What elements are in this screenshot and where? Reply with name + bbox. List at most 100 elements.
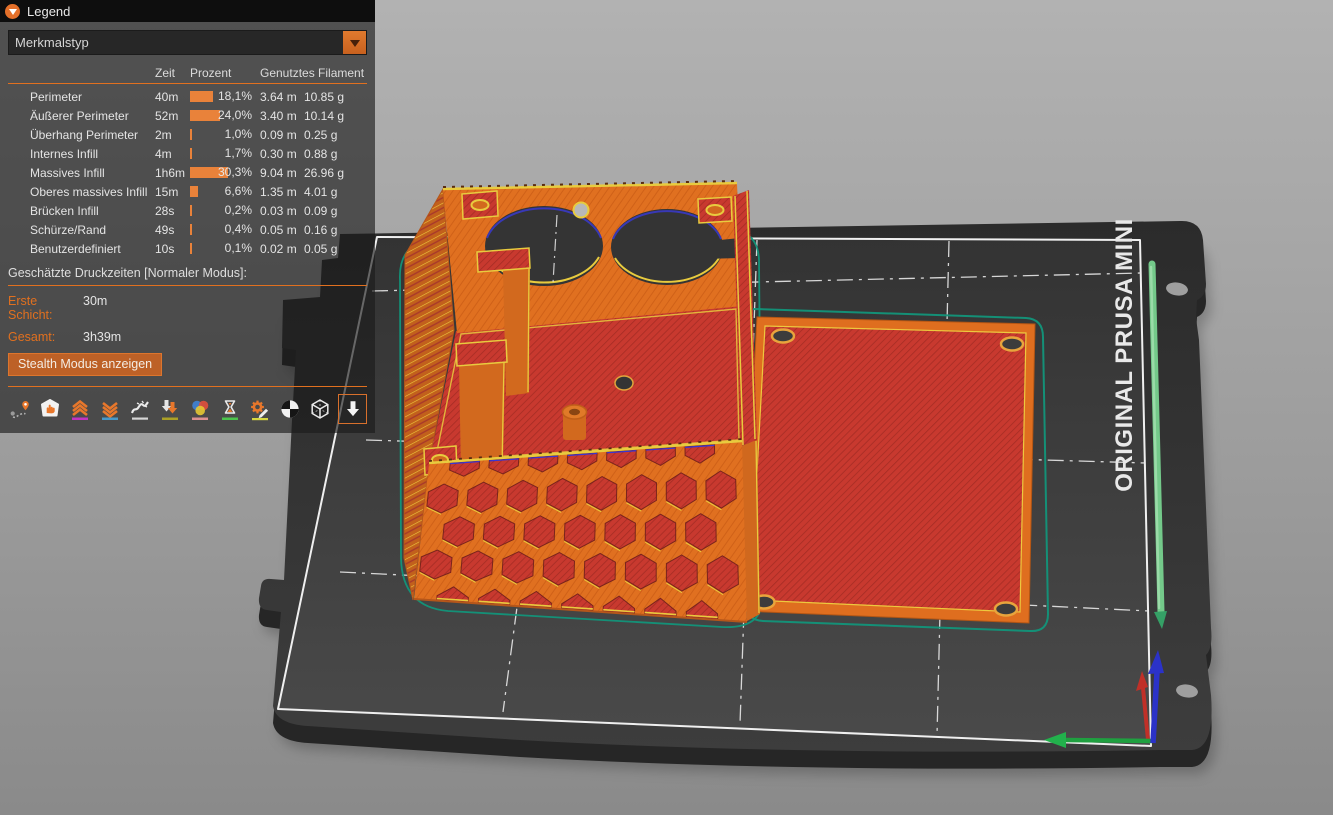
feature-weight: 0.05 g xyxy=(304,242,367,256)
view-type-value: Merkmalstyp xyxy=(9,31,343,54)
legend-body: Merkmalstyp Zeit Prozent Genutztes Filam… xyxy=(0,22,375,433)
view-type-dropdown[interactable]: Merkmalstyp xyxy=(8,30,367,55)
feature-label: Überhang Perimeter xyxy=(30,128,155,142)
collapse-icon[interactable] xyxy=(5,4,20,19)
percent-bar-cell: 18,1% xyxy=(190,87,260,106)
toolbar-divider xyxy=(8,386,367,387)
first-layer-label: Erste Schicht: xyxy=(8,294,83,322)
table-row[interactable]: Brücken Infill28s 0,2% 0.03 m0.09 g xyxy=(8,201,367,220)
table-row[interactable]: Oberes massives Infill15m 6,6% 1.35 m4.01 … xyxy=(8,182,367,201)
col-header-filament: Genutztes Filament xyxy=(260,66,367,80)
table-row[interactable]: Internes Infill4m1,7%0.30 m0.88 g xyxy=(8,144,367,163)
seams-icon[interactable] xyxy=(128,397,152,421)
feature-time: 10s xyxy=(155,242,190,256)
feature-length: 3.64 m xyxy=(260,90,304,104)
shells-icon[interactable] xyxy=(308,397,332,421)
feature-label: Brücken Infill xyxy=(30,204,155,218)
percent-bar-cell: 1,7% xyxy=(190,144,260,163)
wipe-icon[interactable] xyxy=(38,397,62,421)
feature-weight: 0.16 g xyxy=(304,223,367,237)
model-box[interactable] xyxy=(404,181,760,622)
col-header-percent: Prozent xyxy=(190,66,260,80)
custom-gcodes-icon[interactable] xyxy=(248,397,272,421)
feature-label: Oberes massives Infill xyxy=(30,185,155,199)
percent-bar-cell: 0,1% xyxy=(190,239,260,258)
tool-changes-icon[interactable] xyxy=(158,397,182,421)
percent-bar xyxy=(190,148,192,159)
percent-bar xyxy=(190,224,192,235)
table-row[interactable]: Überhang Perimeter2m 1,0% 0.09 m0.25 g xyxy=(8,125,367,144)
percent-bar-cell: 1,0% xyxy=(190,125,260,144)
table-header: Zeit Prozent Genutztes Filament xyxy=(8,63,367,84)
bed-label: ORIGINAL PRUSA MINI xyxy=(1111,218,1138,492)
feature-weight: 0.88 g xyxy=(304,147,367,161)
app-window: ORIGINAL PRUSA MINI xyxy=(0,0,1333,815)
legend-panel: Legend Merkmalstyp Zeit Prozent Genutzte… xyxy=(0,0,375,433)
pause-prints-icon[interactable] xyxy=(218,397,242,421)
feature-percent: 0,2% xyxy=(225,201,252,220)
percent-bar-cell: 24,0% xyxy=(190,106,260,125)
feature-percent: 24,0% xyxy=(218,106,252,125)
table-row[interactable]: Perimeter40m 18,1% 3.64 m10.85 g xyxy=(8,87,367,106)
table-row[interactable]: Schürze/Rand49s 0,4% 0.05 m0.16 g xyxy=(8,220,367,239)
center-of-mass-icon[interactable] xyxy=(278,397,302,421)
percent-bar-cell: 30,3% xyxy=(190,163,260,182)
feature-percent: 30,3% xyxy=(218,163,252,182)
feature-percent: 6,6% xyxy=(225,182,252,201)
feature-time: 49s xyxy=(155,223,190,237)
color-changes-icon[interactable] xyxy=(188,397,212,421)
view-toolbar xyxy=(8,394,367,424)
feature-time: 15m xyxy=(155,185,190,199)
tool-marker-icon[interactable] xyxy=(338,394,367,424)
feature-length: 0.03 m xyxy=(260,204,304,218)
feature-length: 0.09 m xyxy=(260,128,304,142)
feature-label: Benutzerdefiniert xyxy=(30,242,155,256)
travel-icon[interactable] xyxy=(8,397,32,421)
feature-label: Perimeter xyxy=(30,90,155,104)
stealth-mode-button[interactable]: Stealth Modus anzeigen xyxy=(8,353,162,376)
percent-bar xyxy=(190,110,220,121)
feature-weight: 10.14 g xyxy=(304,109,367,123)
dropdown-arrow-button[interactable] xyxy=(343,31,366,54)
percent-bar-cell: 0,2% xyxy=(190,201,260,220)
col-header-time: Zeit xyxy=(155,66,190,80)
total-time-row: Gesamt: 3h39m xyxy=(8,330,367,344)
feature-time: 2m xyxy=(155,128,190,142)
feature-time: 40m xyxy=(155,90,190,104)
deretractions-icon[interactable] xyxy=(98,397,122,421)
feature-percent: 0,1% xyxy=(225,239,252,258)
feature-percent: 1,7% xyxy=(225,144,252,163)
percent-bar xyxy=(190,91,213,102)
total-value: 3h39m xyxy=(83,330,121,344)
table-row[interactable]: Benutzerdefiniert10s 0,1% 0.02 m0.05 g xyxy=(8,239,367,258)
feature-time: 4m xyxy=(155,147,190,161)
feature-length: 0.02 m xyxy=(260,242,304,256)
feature-length: 0.30 m xyxy=(260,147,304,161)
retractions-icon[interactable] xyxy=(68,397,92,421)
feature-length: 9.04 m xyxy=(260,166,304,180)
feature-length: 0.05 m xyxy=(260,223,304,237)
percent-bar-cell: 6,6% xyxy=(190,182,260,201)
feature-time: 28s xyxy=(155,204,190,218)
table-row[interactable]: Massives Infill1h6m30,3%9.04 m26.96 g xyxy=(8,163,367,182)
feature-time: 52m xyxy=(155,109,190,123)
percent-bar xyxy=(190,186,198,197)
estimates-heading: Geschätzte Druckzeiten [Normaler Modus]: xyxy=(8,266,367,286)
feature-length: 1.35 m xyxy=(260,185,304,199)
model-lid[interactable] xyxy=(740,317,1035,623)
feature-time: 1h6m xyxy=(155,166,190,180)
feature-label: Schürze/Rand xyxy=(30,223,155,237)
feature-label: Massives Infill xyxy=(30,166,155,180)
first-layer-value: 30m xyxy=(83,294,107,322)
box-front-wall xyxy=(414,439,747,622)
feature-percent: 1,0% xyxy=(225,125,252,144)
feature-weight: 0.09 g xyxy=(304,204,367,218)
feature-weight: 10.85 g xyxy=(304,90,367,104)
table-row[interactable]: Äußerer Perimeter52m24,0%3.40 m10.14 g xyxy=(8,106,367,125)
feature-percent: 0,4% xyxy=(225,220,252,239)
feature-percent: 18,1% xyxy=(218,87,252,106)
legend-titlebar: Legend xyxy=(0,0,375,22)
feature-table: Perimeter40m18,1%3.64 m10.85 gÄußerer Pe… xyxy=(8,87,367,258)
feature-weight: 4.01 g xyxy=(304,185,367,199)
feature-weight: 0.25 g xyxy=(304,128,367,142)
